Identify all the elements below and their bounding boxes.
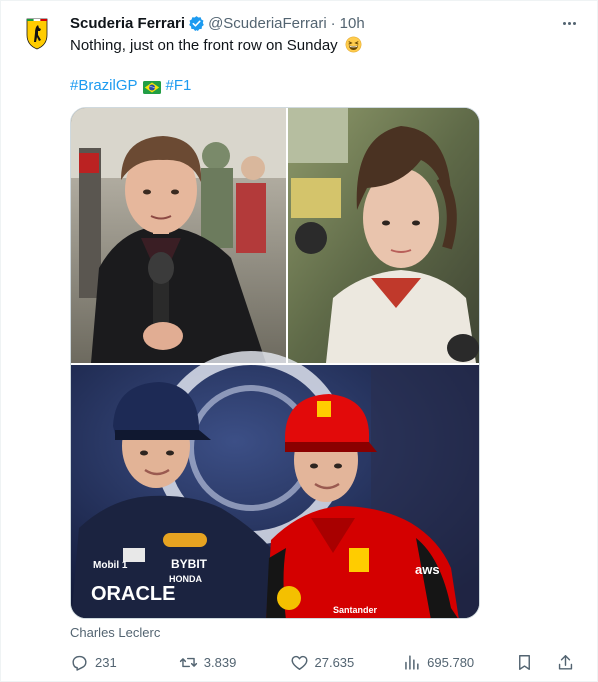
- hashtag-brazilgp[interactable]: #BrazilGP: [70, 76, 138, 96]
- verified-badge-icon: [188, 15, 205, 32]
- like-count: 27.635: [314, 654, 355, 670]
- sponsor-santander: Santander: [333, 605, 378, 615]
- photo-top-left: [71, 108, 286, 363]
- photo-top-right: [288, 108, 479, 363]
- avatar[interactable]: [17, 13, 57, 53]
- tweet-text: Nothing, just on the front row on Sunday: [70, 36, 581, 56]
- bookmark-button[interactable]: [515, 653, 540, 672]
- views-button[interactable]: 695.780: [402, 653, 509, 672]
- views-chart-icon: [405, 654, 419, 670]
- brazil-flag-icon: [142, 80, 161, 94]
- repost-button[interactable]: 3.839: [179, 653, 290, 672]
- display-name[interactable]: Scuderia Ferrari: [70, 15, 185, 32]
- more-options-icon[interactable]: [557, 11, 581, 35]
- sponsor-bybit: BYBIT: [171, 557, 208, 571]
- reply-icon: [72, 655, 87, 671]
- sponsor-honda: HONDA: [169, 574, 202, 584]
- timestamp[interactable]: 10h: [340, 15, 365, 32]
- user-handle[interactable]: @ScuderiaFerrari: [208, 15, 327, 32]
- separator-dot: ·: [330, 14, 336, 32]
- share-button[interactable]: [556, 653, 581, 672]
- tweet-actions: 231 3.839 27.635 695.780: [70, 651, 581, 673]
- tweet-card: Scuderia Ferrari @ScuderiaFerrari · 10h …: [0, 0, 598, 682]
- ferrari-shield-icon: [26, 18, 48, 50]
- repost-count: 3.839: [203, 654, 237, 670]
- reply-button[interactable]: 231: [70, 653, 179, 672]
- bookmark-icon: [519, 654, 530, 670]
- hashtags: #BrazilGP #F1: [70, 76, 191, 96]
- heart-icon: [291, 655, 307, 670]
- sponsor-mobil: Mobil 1: [93, 560, 128, 571]
- tweet-text-body: Nothing, just on the front row on Sunday: [70, 37, 338, 54]
- media-caption[interactable]: Charles Leclerc: [70, 625, 160, 640]
- repost-icon: [179, 657, 197, 667]
- photo-bottom: ORACLE BYBIT HONDA Mobil 1 aws Santander: [71, 351, 479, 618]
- like-button[interactable]: 27.635: [290, 653, 403, 672]
- share-icon: [558, 654, 573, 670]
- media-composite-image: ORACLE BYBIT HONDA Mobil 1 aws Santander: [71, 108, 479, 618]
- tweet-header: Scuderia Ferrari @ScuderiaFerrari · 10h: [70, 13, 581, 33]
- hashtag-f1[interactable]: #F1: [166, 76, 192, 96]
- media-grid[interactable]: ORACLE BYBIT HONDA Mobil 1 aws Santander: [70, 107, 480, 619]
- sponsor-oracle: ORACLE: [91, 583, 175, 605]
- sponsor-aws: aws: [415, 562, 440, 577]
- view-count: 695.780: [427, 654, 475, 670]
- reply-count: 231: [95, 654, 117, 670]
- grinning-squinting-face-icon: [345, 36, 362, 53]
